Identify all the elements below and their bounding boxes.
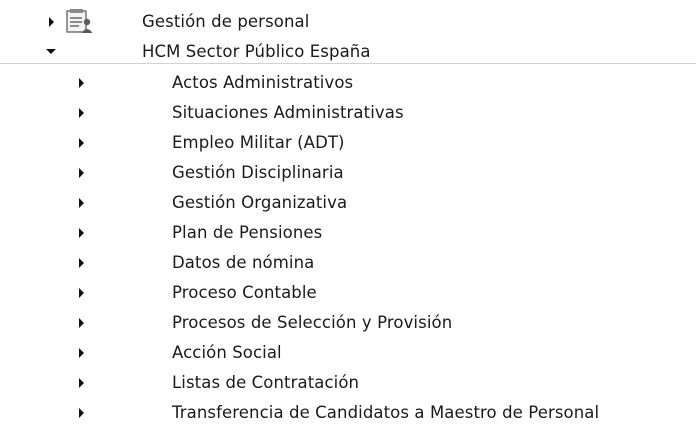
expand-arrow-icon[interactable]	[49, 17, 54, 27]
tree-node-actos-administrativos[interactable]: Actos Administrativos	[0, 68, 696, 98]
expand-arrow-icon[interactable]	[79, 318, 84, 328]
expand-arrow-icon[interactable]	[79, 138, 84, 148]
expand-arrow-icon[interactable]	[79, 348, 84, 358]
expand-arrow-icon[interactable]	[79, 198, 84, 208]
tree-node-listas-de-contratacion[interactable]: Listas de Contratación	[0, 368, 696, 398]
tree-node-label: Plan de Pensiones	[172, 223, 323, 242]
expand-arrow-icon[interactable]	[79, 378, 84, 388]
tree-node-label: Acción Social	[172, 343, 282, 362]
tree-node-label: Actos Administrativos	[172, 73, 354, 92]
expand-arrow-icon[interactable]	[79, 168, 84, 178]
divider	[0, 63, 696, 64]
tree-node-label: Gestión Organizativa	[172, 193, 348, 212]
tree-node-label: Transferencia de Candidatos a Maestro de…	[172, 403, 600, 422]
expand-arrow-icon[interactable]	[79, 228, 84, 238]
tree-node-label: Empleo Militar (ADT)	[172, 133, 345, 152]
tree-node-label: Datos de nómina	[172, 253, 315, 272]
tree-node-transferencia-de-candidatos[interactable]: Transferencia de Candidatos a Maestro de…	[0, 398, 696, 428]
tree-node-label: Situaciones Administrativas	[172, 103, 404, 122]
expand-arrow-icon[interactable]	[79, 408, 84, 418]
tree-node-gestion-organizativa[interactable]: Gestión Organizativa	[0, 188, 696, 218]
tree-node-label: Gestión de personal	[142, 12, 310, 31]
tree-node-situaciones-administrativas[interactable]: Situaciones Administrativas	[0, 98, 696, 128]
tree-node-label: Proceso Contable	[172, 283, 317, 302]
expand-arrow-icon[interactable]	[79, 258, 84, 268]
menu-tree: Gestión de personal HCM Sector Público E…	[0, 0, 696, 426]
tree-node-proceso-contable[interactable]: Proceso Contable	[0, 278, 696, 308]
tree-node-label: Gestión Disciplinaria	[172, 163, 344, 182]
expand-arrow-icon[interactable]	[79, 108, 84, 118]
expand-arrow-icon[interactable]	[79, 288, 84, 298]
tree-node-empleo-militar[interactable]: Empleo Militar (ADT)	[0, 128, 696, 158]
tree-node-gestion-de-personal[interactable]: Gestión de personal	[0, 7, 696, 37]
tree-node-gestion-disciplinaria[interactable]: Gestión Disciplinaria	[0, 158, 696, 188]
expand-arrow-icon[interactable]	[79, 78, 84, 88]
collapse-arrow-icon[interactable]	[46, 49, 56, 54]
tree-node-label: Listas de Contratación	[172, 373, 360, 392]
tree-node-plan-de-pensiones[interactable]: Plan de Pensiones	[0, 218, 696, 248]
tree-node-accion-social[interactable]: Acción Social	[0, 338, 696, 368]
tree-node-label: Procesos de Selección y Provisión	[172, 313, 453, 332]
tree-node-procesos-de-seleccion[interactable]: Procesos de Selección y Provisión	[0, 308, 696, 338]
personnel-folder-icon	[66, 9, 93, 33]
tree-node-datos-de-nomina[interactable]: Datos de nómina	[0, 248, 696, 278]
